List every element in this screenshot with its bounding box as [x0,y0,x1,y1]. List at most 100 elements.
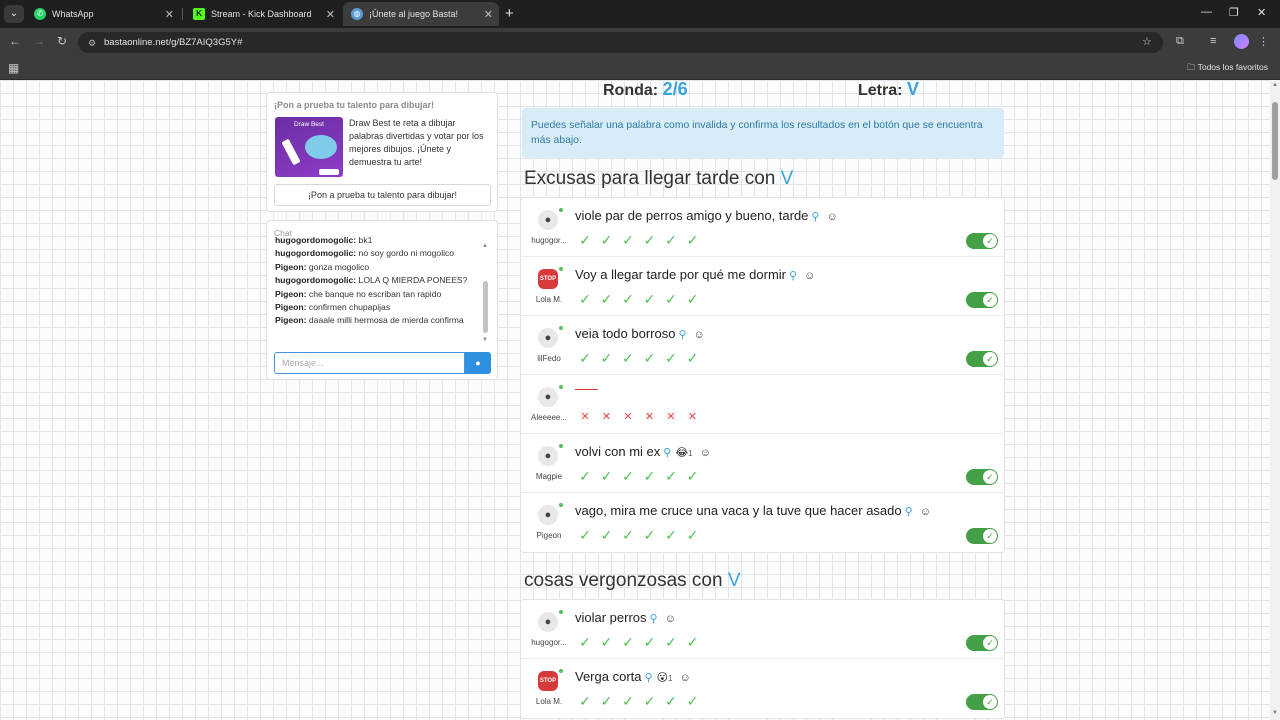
extensions-icon[interactable]: ⧉ [1176,35,1184,48]
chat-message: hugogordomogolic: LOLA Q MIERDA PONEES? [275,274,481,287]
avatar[interactable] [1234,34,1249,49]
scroll-thumb[interactable] [483,281,488,333]
check-icon: ✓ [665,693,677,709]
valid-toggle[interactable]: ✓ [966,635,998,651]
close-icon[interactable]: ✕ [326,8,335,21]
check-icon: ✓ [643,527,656,543]
answer-word: Voy a llegar tarde por qué me dormir [575,267,786,282]
category-name: Excusas para llegar tarde con [524,168,776,189]
answer-text: viole par de perros amigo y bueno, tarde… [575,208,838,223]
magnifier-icon[interactable]: ⚲ [645,672,653,684]
chat-bubble-icon: ● [475,358,481,368]
cross-icon: ✕ [580,411,590,423]
page-scrollbar[interactable]: ▲ ▼ [1270,80,1280,720]
check-icon: ✓ [643,232,656,248]
reaction-emoji[interactable]: 😮 [657,672,668,684]
tab-divider [182,8,183,20]
check-icon: ✓ [643,291,656,307]
magnifier-icon[interactable]: ⚲ [789,270,797,282]
tab-kick[interactable]: K Stream - Kick Dashboard ✕ [185,2,341,26]
media-icon[interactable]: ≡ [1210,35,1216,47]
chat-log[interactable]: hugogordomogolic: bk1 hugogordomogolic: n… [275,237,481,345]
magnifier-icon[interactable]: ⚲ [663,447,671,459]
player-name: Lola M. [535,295,563,304]
category-title: cosas vergonzosas con V [524,570,741,592]
minimize-icon[interactable]: — [1201,6,1212,18]
empty-answer-line [575,389,598,390]
close-icon[interactable]: ✕ [484,8,493,21]
emoji-add-icon[interactable]: ☺ [804,270,815,282]
scroll-down-icon[interactable]: ▼ [482,337,488,343]
emoji-add-icon[interactable]: ☺ [700,447,711,459]
promo-image[interactable]: Draw Best [275,117,343,177]
check-icon: ✓ [665,232,677,248]
magnifier-icon[interactable]: ⚲ [650,613,658,625]
reaction-count: 1 [668,674,673,683]
forward-icon[interactable]: → [33,34,45,48]
close-window-icon[interactable]: ✕ [1257,6,1266,19]
check-icon: ✓ [643,693,656,709]
chat-message: Pigeon: che banque no escriban tan rapid… [275,288,481,301]
apps-grid-icon[interactable]: ▦ [8,61,19,75]
scroll-up-icon[interactable]: ▲ [1272,82,1278,88]
address-bar[interactable]: bastaonline.net/g/BZ7AIQ3G5Y# [78,32,1163,53]
scroll-up-icon[interactable]: ▲ [482,243,488,249]
answer-row: ● hugogor... viole par de perros amigo y b… [521,198,1004,257]
tab-basta[interactable]: ◍ ¡Únete al juego Basta! ✕ [343,2,499,26]
valid-toggle[interactable]: ✓ [966,528,998,544]
emoji-add-icon[interactable]: ☺ [826,211,837,223]
send-button[interactable]: ● [465,352,491,374]
vote-marks: ✓ ✓ ✓ ✓ ✓ ✓ [577,528,706,542]
scroll-down-icon[interactable]: ▼ [1272,710,1278,716]
valid-toggle[interactable]: ✓ [966,469,998,485]
check-icon: ✓ [600,468,613,484]
site-info-icon[interactable]: ⚙ [88,38,96,49]
check-icon: ✓ [622,291,634,307]
new-tab-button[interactable]: + [505,5,514,22]
answer-row: ● Pigeon vago, mira me cruce una vaca y la… [521,493,1004,552]
emoji-add-icon[interactable]: ☺ [920,506,931,518]
kick-icon: K [193,8,205,20]
online-status-dot [559,610,563,614]
chat-text: LOLA Q MIERDA PONEES? [358,275,468,286]
magnifier-icon[interactable]: ⚲ [678,329,686,341]
answer-text: Verga corta ⚲ 😮1 ☺ [575,669,691,684]
emoji-add-icon[interactable]: ☺ [665,613,676,625]
valid-toggle[interactable]: ✓ [966,351,998,367]
check-icon: ✓ [622,350,634,366]
tab-whatsapp[interactable]: ✆ WhatsApp ✕ [26,2,180,26]
close-icon[interactable]: ✕ [165,8,174,21]
emoji-add-icon[interactable]: ☺ [694,329,705,341]
back-icon[interactable]: ← [9,34,21,48]
promo-button[interactable]: ¡Pon a prueba tu talento para dibujar! [274,184,491,206]
valid-toggle[interactable]: ✓ [966,292,998,308]
player-name: lilFedo [537,354,561,363]
check-icon: ✓ [665,527,677,543]
scroll-thumb[interactable] [1272,102,1278,180]
round-value: 2/6 [662,80,688,99]
valid-toggle[interactable]: ✓ [966,233,998,249]
valid-toggle[interactable]: ✓ [966,694,998,710]
check-icon: ✓ [983,470,997,484]
reaction-emoji[interactable]: 😂 [675,447,688,459]
answer-row: STOP Lola M. Voy a llegar tarde por qué me… [521,257,1004,316]
restore-icon[interactable]: ❐ [1229,6,1239,19]
check-icon: ✓ [622,527,634,543]
tab-search-button[interactable]: ⌄ [4,5,24,23]
reload-icon[interactable]: ↻ [57,34,67,48]
menu-icon[interactable]: ⋮ [1258,35,1269,48]
bookmark-star-icon[interactable]: ☆ [1142,35,1152,48]
paint-blob-icon [305,135,337,159]
chat-message: Pigeon: gonza mogolico [275,261,481,274]
emoji-add-icon[interactable]: ☺ [679,672,690,684]
online-status-dot [559,208,563,212]
magnifier-icon[interactable]: ⚲ [811,211,819,223]
vote-marks: ✓ ✓ ✓ ✓ ✓ ✓ [577,351,706,365]
chat-message: Pigeon: confirmen chupapijas [275,301,481,314]
check-icon: ✓ [665,468,677,484]
chat-message-input[interactable]: Mensaje... [274,352,465,374]
category-name: cosas vergonzosas con [524,570,723,591]
magnifier-icon[interactable]: ⚲ [905,506,913,518]
all-bookmarks[interactable]: 🗀 Todos los favoritos [1187,62,1268,76]
chat-scrollbar[interactable]: ▲ ▼ [482,243,488,343]
